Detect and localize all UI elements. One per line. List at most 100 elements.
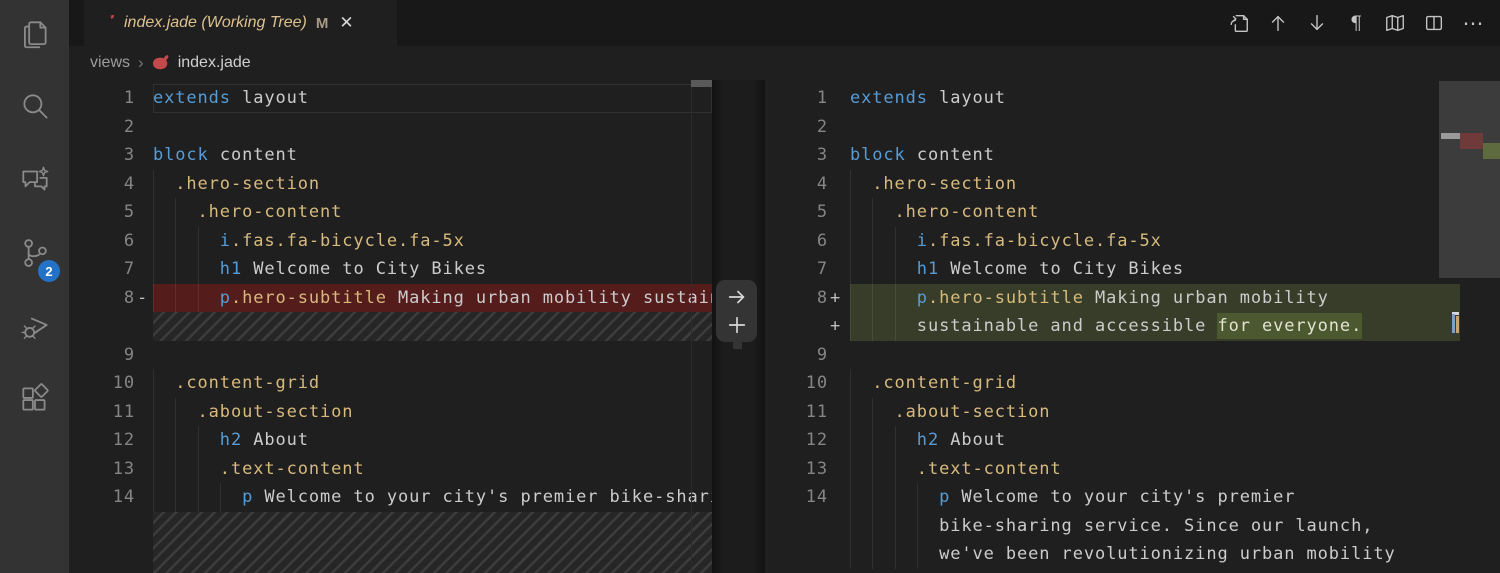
indent-guide [894, 483, 896, 512]
line-number: 2 [816, 116, 828, 137]
indent-guide [872, 397, 874, 426]
code-line-content: p.hero-subtitle Making urban mobility [850, 283, 1460, 312]
indent-guide [850, 226, 851, 255]
left-scrollbar-thumb[interactable] [691, 80, 712, 87]
debug-icon [18, 309, 52, 348]
diff-marker [828, 369, 850, 398]
diff-editor-modified[interactable]: 1 extends layout 2 3 block content 4 .hero-se… [765, 80, 1460, 573]
code-line-content: p Welcome to your city's premier [850, 483, 1460, 512]
code-line-content: .about-section [153, 397, 712, 426]
code-line: bike-sharing service. Since our launch, [765, 511, 1460, 540]
pug-file-icon [96, 14, 115, 32]
code-line: 12 h2 About [765, 426, 1460, 455]
map-icon[interactable] [1382, 10, 1408, 36]
code-line-content: we've been revolutionizing urban mobilit… [850, 540, 1460, 569]
code-line-content: .about-section [850, 397, 1460, 426]
code-line: 6 i.fas.fa-bicycle.fa-5x [69, 226, 712, 255]
code-line-content: .hero-content [153, 198, 712, 227]
indent-guide [850, 454, 851, 483]
code-line: 14 p Welcome to your city's premier bike… [69, 483, 712, 512]
diff-marker [828, 341, 850, 370]
line-number: 12 [805, 430, 828, 450]
tab-index-jade-working-tree[interactable]: index.jade (Working Tree) M ✕ [84, 0, 397, 46]
line-number: 12 [112, 430, 135, 450]
minimap-text-mark [1441, 133, 1460, 139]
line-number [69, 512, 135, 573]
code-line: 4 .hero-section [765, 169, 1460, 198]
diff-editor-original[interactable]: 1 extends layout 2 3 block content 4 .hero-se… [69, 80, 712, 573]
code-line: 5 .hero-content [765, 198, 1460, 227]
line-number: 11 [112, 401, 135, 422]
explorer-icon [18, 17, 52, 56]
toggle-whitespace-icon[interactable]: ¶ [1343, 10, 1369, 36]
revert-change-icon[interactable] [724, 284, 750, 310]
search-icon [18, 90, 52, 129]
sidebar-item-search[interactable] [0, 73, 69, 146]
diff-marker [135, 426, 153, 455]
indent-guide [894, 454, 896, 483]
diff-marker [135, 455, 153, 484]
indent-guide [153, 397, 154, 426]
code-line: + sustainable and accessible for everyon… [765, 312, 1460, 341]
line-number: 10 [112, 373, 135, 393]
sidebar-item-run-debug[interactable] [0, 292, 69, 365]
indent-guide [153, 369, 154, 398]
diff-marker [135, 512, 153, 573]
chat-icon [18, 163, 52, 202]
diff-gutter-widget-tail [733, 342, 742, 349]
tab-close-icon[interactable]: ✕ [339, 13, 353, 33]
split-editor-icon[interactable] [1421, 10, 1447, 36]
diff-hatch-region [153, 312, 712, 341]
more-actions-icon[interactable]: ⋯ [1460, 10, 1486, 36]
indent-guide [219, 483, 221, 512]
diff-marker [828, 398, 850, 427]
diff-marker [828, 113, 850, 142]
code-line: 13 .text-content [69, 454, 712, 484]
tab-modified-badge: M [315, 14, 329, 32]
line-number: 2 [123, 116, 135, 137]
sidebar-item-extensions[interactable] [0, 365, 69, 438]
diff-marker [828, 426, 850, 455]
indent-guide [850, 169, 851, 198]
indent-guide [894, 426, 896, 455]
indent-guide [153, 198, 154, 227]
code-line-content: block content [153, 145, 298, 165]
code-line-content: h2 About [153, 426, 712, 455]
editor-toolbar: ¶ ⋯ [1226, 8, 1486, 38]
indent-guide [872, 226, 874, 255]
line-number: 14 [805, 487, 828, 507]
diff-gutter-widget [716, 280, 757, 342]
code-line: 11 .about-section [69, 397, 712, 426]
indent-guide [916, 511, 918, 540]
sidebar-item-explorer[interactable] [0, 0, 69, 73]
line-number: 13 [805, 458, 828, 479]
line-number [69, 312, 135, 341]
code-line: 10 .content-grid [69, 369, 712, 398]
right-editor-rows: 1 extends layout 2 3 block content 4 .hero-se… [765, 80, 1460, 569]
breadcrumb-file[interactable]: index.jade [178, 54, 251, 72]
indent-guide [197, 283, 199, 312]
minimap-slider[interactable] [1439, 81, 1500, 278]
source-control-badge: 2 [38, 260, 60, 282]
previous-change-icon[interactable] [1265, 10, 1291, 36]
diff-marker [135, 84, 153, 113]
vscode-diff-window: 2 index.jade (Working Tree) M ✕ ¶ ⋯ view… [0, 0, 1500, 573]
next-change-icon[interactable] [1304, 10, 1330, 36]
indent-guide [175, 283, 177, 312]
code-line-content: .content-grid [153, 369, 712, 398]
open-file-icon[interactable] [1226, 10, 1252, 36]
line-number: 8 [816, 287, 828, 308]
indent-guide [850, 369, 851, 398]
extensions-icon [18, 382, 52, 421]
code-line-content: p Welcome to your city's premier bike-sh… [153, 483, 712, 512]
pug-file-icon [152, 55, 170, 71]
breadcrumb-folder[interactable]: views [90, 54, 130, 72]
code-line-content [850, 341, 1460, 370]
indent-guide [850, 483, 851, 512]
line-number: 14 [112, 487, 135, 507]
stage-change-icon[interactable] [724, 312, 750, 338]
sidebar-item-source-control[interactable]: 2 [0, 219, 69, 292]
code-line-content: extends layout [850, 88, 1006, 108]
indent-guide [153, 483, 154, 512]
sidebar-item-chat[interactable] [0, 146, 69, 219]
